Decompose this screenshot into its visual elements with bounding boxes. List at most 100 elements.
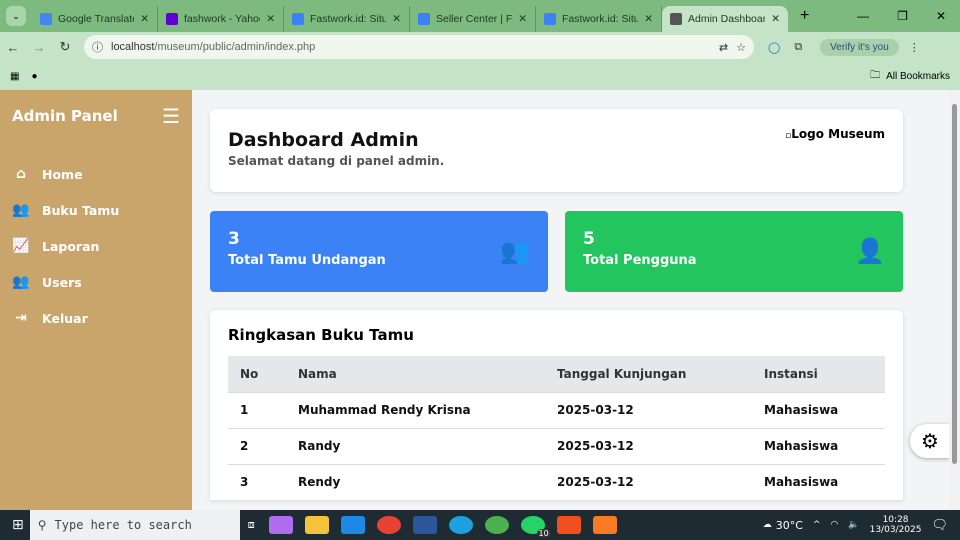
browser-tab[interactable]: Admin Dashboard ✕ bbox=[662, 6, 788, 32]
tab-favicon-icon bbox=[292, 13, 304, 25]
verify-button[interactable]: Verify it's you bbox=[820, 38, 899, 56]
logo-museum: ▫Logo Museum bbox=[785, 127, 885, 141]
tray-chevron-icon[interactable]: ^ bbox=[813, 520, 821, 530]
tab-close-icon[interactable]: ✕ bbox=[266, 13, 275, 25]
figma-icon[interactable] bbox=[556, 516, 581, 534]
tab-close-icon[interactable]: ✕ bbox=[140, 13, 149, 25]
back-button[interactable]: ← bbox=[0, 40, 26, 55]
star-icon[interactable]: ☆ bbox=[736, 41, 746, 54]
vscode-icon[interactable] bbox=[340, 516, 365, 534]
column-header: Instansi bbox=[752, 356, 885, 392]
reload-button[interactable]: ↻ bbox=[52, 39, 78, 55]
table-cell: 2025-03-12 bbox=[545, 463, 752, 500]
table-cell: 1 bbox=[228, 391, 286, 428]
table-cell: 2 bbox=[228, 427, 286, 464]
column-header: Nama bbox=[286, 356, 545, 392]
extension-icon[interactable]: ◯ bbox=[768, 41, 780, 54]
restore-button[interactable]: ❐ bbox=[897, 9, 908, 23]
word-icon[interactable] bbox=[412, 516, 437, 534]
chart-line-icon: 📈 bbox=[12, 238, 30, 254]
sidebar-item-home[interactable]: ⌂ Home bbox=[0, 156, 192, 192]
globe-icon[interactable]: ● bbox=[31, 71, 37, 82]
sidebar-item-laporan[interactable]: 📈 Laporan bbox=[0, 228, 192, 264]
stat-value: 5 bbox=[583, 229, 595, 249]
table-cell: 3 bbox=[228, 463, 286, 500]
sidebar-item-label: Buku Tamu bbox=[42, 202, 120, 218]
table-cell: Randy bbox=[286, 427, 545, 464]
summary-card: Ringkasan Buku Tamu No Nama Tanggal Kunjun… bbox=[210, 310, 903, 500]
close-window-button[interactable]: ✕ bbox=[936, 9, 946, 23]
apps-icon[interactable]: ▦ bbox=[10, 71, 19, 82]
sidebar-item-users[interactable]: 👥 Users bbox=[0, 264, 192, 300]
address-bar[interactable]: ⓘ localhost/museum/public/admin/index.ph… bbox=[84, 35, 754, 59]
folder-icon: 🗀 bbox=[870, 69, 881, 81]
tab-title: Fastwork.id: Situs F bbox=[562, 13, 638, 25]
chrome-icon[interactable] bbox=[376, 516, 401, 534]
file-explorer-icon[interactable] bbox=[304, 516, 329, 534]
puzzle-icon[interactable]: ⧉ bbox=[794, 41, 802, 54]
sidebar-item-keluar[interactable]: ⇥ Keluar bbox=[0, 300, 192, 336]
table-cell: 2025-03-12 bbox=[545, 427, 752, 464]
table-row: 3 Rendy 2025-03-12 Mahasiswa bbox=[228, 463, 885, 500]
browser-tab[interactable]: Fastwork.id: Situs F ✕ bbox=[284, 6, 410, 32]
weather-icon[interactable]: ☁ bbox=[763, 520, 772, 530]
main-content: Dashboard Admin Selamat datang di panel … bbox=[192, 90, 949, 510]
sign-out-icon: ⇥ bbox=[15, 310, 27, 326]
table-row: 1 Muhammad Rendy Krisna 2025-03-12 Mahasisw… bbox=[228, 391, 885, 428]
site-info-icon[interactable]: ⓘ bbox=[92, 39, 103, 55]
stat-value: 3 bbox=[228, 229, 240, 249]
guest-table: No Nama Tanggal Kunjungan Instansi 1 Muhammad… bbox=[228, 356, 885, 500]
page-subtitle: Selamat datang di panel admin. bbox=[228, 154, 445, 168]
summary-title: Ringkasan Buku Tamu bbox=[228, 326, 414, 344]
copilot-icon[interactable] bbox=[268, 516, 293, 534]
tab-close-icon[interactable]: ✕ bbox=[518, 13, 527, 25]
tab-close-icon[interactable]: ✕ bbox=[392, 13, 401, 25]
tab-close-icon[interactable]: ✕ bbox=[644, 13, 653, 25]
bookmarks-bar: ▦ ● 🗀 All Bookmarks bbox=[0, 62, 960, 90]
clock-time[interactable]: 10:28 bbox=[870, 515, 922, 525]
weather-temp[interactable]: 30°C bbox=[776, 519, 803, 532]
tab-title: Seller Center | Fast bbox=[436, 13, 513, 25]
clock-date[interactable]: 13/03/2025 bbox=[870, 525, 922, 535]
sidebar-item-label: Laporan bbox=[42, 238, 100, 254]
browser-tab[interactable]: Fastwork.id: Situs F ✕ bbox=[536, 6, 662, 32]
browser-tab[interactable]: Seller Center | Fast ✕ bbox=[410, 6, 536, 32]
tab-close-icon[interactable]: ✕ bbox=[771, 13, 780, 25]
scrollbar[interactable] bbox=[949, 90, 960, 510]
new-tab-button[interactable]: + bbox=[800, 7, 809, 25]
notification-icon[interactable]: 🗨 bbox=[931, 518, 948, 533]
stat-card: 5 Total Pengguna 👤 bbox=[565, 211, 903, 292]
tab-title: fashwork - Yahoo S bbox=[184, 13, 260, 25]
table-cell: Mahasiswa bbox=[752, 427, 885, 464]
all-bookmarks[interactable]: All Bookmarks bbox=[886, 71, 950, 82]
floating-widget-button[interactable]: ⚙ bbox=[910, 424, 950, 458]
volume-icon[interactable]: 🔈 bbox=[848, 520, 859, 530]
tab-search-button[interactable]: ⌄ bbox=[6, 6, 26, 26]
task-view-icon[interactable]: ⧈ bbox=[248, 518, 255, 532]
sidebar-item-buku-tamu[interactable]: 👥 Buku Tamu bbox=[0, 192, 192, 228]
minimize-button[interactable]: — bbox=[857, 9, 869, 23]
whatsapp-icon[interactable]: 10 bbox=[520, 516, 551, 538]
chrome-profile-icon[interactable] bbox=[484, 516, 509, 534]
hamburger-icon[interactable]: ☰ bbox=[162, 104, 180, 128]
tab-favicon-icon bbox=[40, 13, 52, 25]
translate-icon[interactable]: ⇄ bbox=[719, 41, 728, 54]
windows-start-icon[interactable]: ⊞ bbox=[12, 517, 24, 533]
browser-tab[interactable]: fashwork - Yahoo S ✕ bbox=[158, 6, 284, 32]
column-header: Tanggal Kunjungan bbox=[545, 356, 752, 392]
users-icon: 👥 bbox=[12, 202, 30, 218]
menu-icon[interactable]: ⋮ bbox=[909, 41, 920, 54]
tab-title: Google Translate bbox=[58, 13, 135, 25]
table-cell: Mahasiswa bbox=[752, 391, 885, 428]
sidebar-item-label: Keluar bbox=[42, 310, 88, 326]
wifi-icon[interactable]: ◠ bbox=[831, 520, 839, 530]
table-cell: Mahasiswa bbox=[752, 463, 885, 500]
tab-favicon-icon bbox=[670, 13, 682, 25]
browser-tab[interactable]: Google Translate ✕ bbox=[32, 6, 158, 32]
edge-icon[interactable] bbox=[448, 516, 473, 534]
xampp-icon[interactable] bbox=[592, 516, 617, 534]
forward-button[interactable]: → bbox=[26, 40, 52, 55]
tab-favicon-icon bbox=[544, 13, 556, 25]
tab-title: Admin Dashboard bbox=[688, 13, 766, 25]
taskbar-search[interactable]: ⚲ Type here to search bbox=[29, 510, 240, 540]
